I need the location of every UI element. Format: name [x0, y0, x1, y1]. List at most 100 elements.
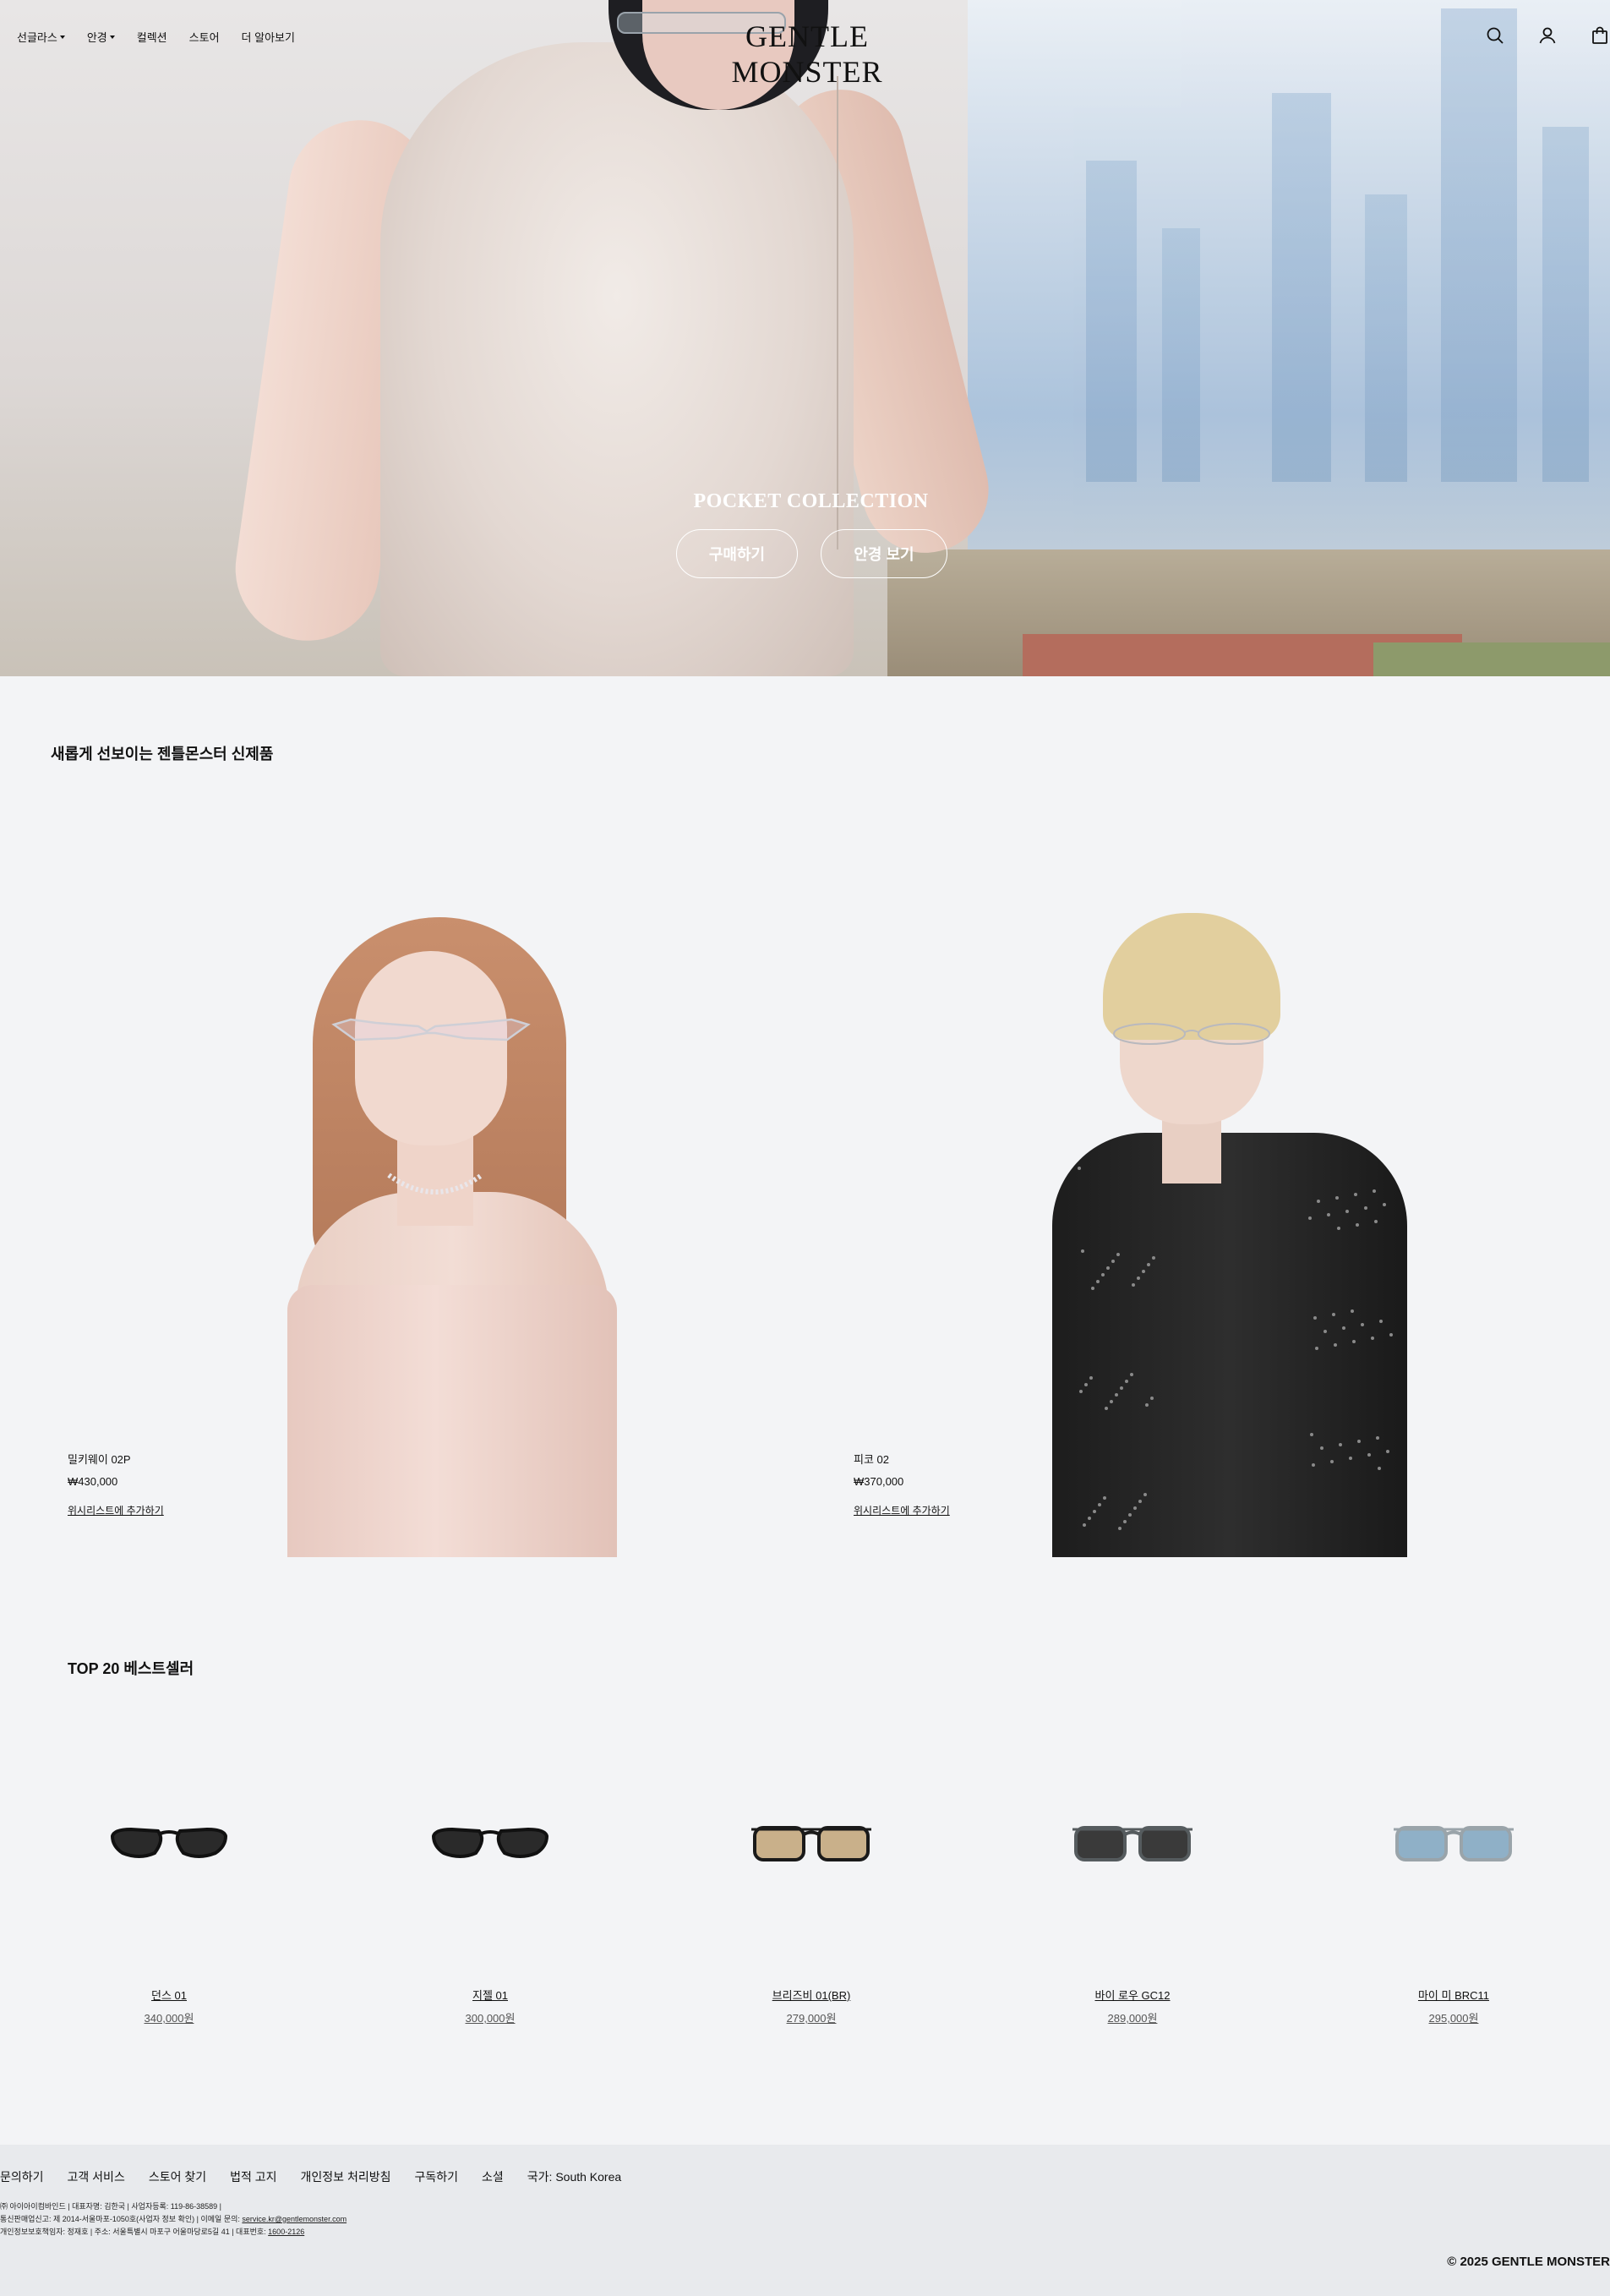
site-footer: 문의하기 고객 서비스 스토어 찾기 법적 고지 개인정보 처리방침 구독하기 … [0, 2145, 1610, 2296]
jacket-stud [1096, 1280, 1100, 1283]
jacket-stud [1091, 1287, 1094, 1290]
jacket-stud [1110, 1400, 1113, 1403]
buy-button[interactable]: 구매하기 [676, 529, 798, 578]
new-arrivals-title: 새롭게 선보이는 젠틀몬스터 신제품 [51, 746, 274, 763]
bestseller-item[interactable]: 바이 로우 GC12 289,000원 [1006, 1818, 1259, 2025]
jacket-stud [1106, 1266, 1110, 1270]
bestseller-name[interactable]: 던스 01 [42, 1987, 296, 2003]
bestseller-price: 300,000원 [465, 2012, 516, 2025]
bestseller-item[interactable]: 마이 미 BRC11 295,000원 [1327, 1818, 1580, 2025]
footer-link-customer-service[interactable]: 고객 서비스 [68, 2168, 125, 2185]
jacket-stud [1132, 1283, 1135, 1287]
jacket-stud [1130, 1373, 1133, 1376]
jacket-stud [1103, 1496, 1106, 1500]
bestseller-item[interactable]: 던스 01 340,000원 [42, 1818, 296, 2025]
footer-link-subscribe[interactable]: 구독하기 [414, 2168, 458, 2185]
brand-logo[interactable]: GENTLE MONSTER [685, 19, 930, 90]
jacket-stud [1389, 1333, 1393, 1337]
jacket-stud [1116, 1253, 1120, 1256]
product-card-pico[interactable]: 피코 02 ₩370,000 위시리스트에 추가하기 [824, 786, 1610, 1557]
jacket-stud [1137, 1276, 1140, 1280]
nav-sunglasses[interactable]: 선글라스 [17, 29, 65, 45]
jacket-stud [1334, 1343, 1337, 1347]
chevron-down-icon [59, 35, 65, 39]
jacket-stud [1310, 1433, 1313, 1436]
jacket-stud [1133, 1506, 1137, 1510]
nav-eyeglasses[interactable]: 안경 [87, 29, 115, 45]
product-price: ₩430,000 [68, 1475, 118, 1488]
jacket-stud [1378, 1467, 1381, 1470]
jacket-stud [1145, 1403, 1149, 1407]
product-card-milkyway[interactable]: 밀키웨이 02P ₩430,000 위시리스트에 추가하기 [0, 786, 786, 1557]
product-info: 피코 02 ₩370,000 위시리스트에 추가하기 [854, 1451, 950, 1517]
jacket-stud [1354, 1193, 1357, 1196]
nav-store[interactable]: 스토어 [189, 29, 220, 45]
sunglasses-image [751, 1826, 871, 1861]
bestseller-price: 279,000원 [786, 2012, 837, 2025]
email-link[interactable]: service.kr@gentlemonster.com [242, 2215, 347, 2223]
add-to-wishlist-link[interactable]: 위시리스트에 추가하기 [854, 1503, 950, 1517]
jacket-stud [1088, 1517, 1091, 1520]
jacket-stud [1312, 1463, 1315, 1467]
view-eyeglasses-button[interactable]: 안경 보기 [821, 529, 947, 578]
jacket-stud [1081, 1249, 1084, 1253]
footer-country-selector[interactable]: 국가: South Korea [527, 2168, 621, 2185]
sunglasses-image [1394, 1826, 1514, 1861]
jacket-stud [1084, 1383, 1088, 1386]
jacket-stud [1308, 1216, 1312, 1220]
product-name[interactable]: 피코 02 [854, 1451, 950, 1467]
jacket-stud [1093, 1510, 1096, 1513]
chevron-down-icon [109, 35, 115, 39]
nav-collection[interactable]: 컬렉션 [137, 29, 167, 45]
jacket-stud [1313, 1316, 1317, 1320]
jacket-stud [1386, 1450, 1389, 1453]
bestseller-name[interactable]: 브리즈비 01(BR) [685, 1987, 938, 2003]
jacket-stud [1349, 1457, 1352, 1460]
sunglasses-image [431, 1827, 549, 1858]
bestseller-price: 295,000원 [1428, 2012, 1479, 2025]
product-name[interactable]: 밀키웨이 02P [68, 1451, 164, 1467]
jacket-stud [1089, 1376, 1093, 1380]
footer-link-privacy[interactable]: 개인정보 처리방침 [301, 2168, 391, 2185]
jacket-stud [1364, 1206, 1367, 1210]
account-icon[interactable] [1537, 25, 1558, 46]
jacket-stud [1120, 1386, 1123, 1390]
sunglasses-image [1072, 1826, 1192, 1861]
bestseller-price: 340,000원 [144, 2012, 194, 2025]
jacket-stud [1101, 1273, 1105, 1276]
bestseller-name[interactable]: 지젤 01 [363, 1987, 617, 2003]
hero-banner: 선글라스 안경 컬렉션 스토어 더 알아보기 GENTLE MONSTER PO… [0, 0, 1610, 676]
company-info-line: 개인정보보호책임자: 정재호 | 주소: 서울특별시 마포구 어울마당로5길 4… [0, 2228, 305, 2236]
jacket-stud [1320, 1446, 1323, 1450]
jacket-stud [1335, 1196, 1339, 1200]
jacket-stud [1078, 1167, 1081, 1170]
jacket-stud [1115, 1393, 1118, 1397]
footer-link-social[interactable]: 소셜 [482, 2168, 504, 2185]
jacket-stud [1323, 1330, 1327, 1333]
bestseller-name[interactable]: 마이 미 BRC11 [1327, 1987, 1580, 2003]
footer-link-store-finder[interactable]: 스토어 찾기 [149, 2168, 206, 2185]
bestseller-item[interactable]: 지젤 01 300,000원 [363, 1818, 617, 2025]
footer-link-contact[interactable]: 문의하기 [0, 2168, 44, 2185]
jacket-stud [1373, 1189, 1376, 1193]
bestseller-name[interactable]: 바이 로우 GC12 [1006, 1987, 1259, 2003]
jacket-stud [1342, 1326, 1345, 1330]
phone-link[interactable]: 1600-2126 [268, 2228, 304, 2236]
search-icon[interactable] [1485, 25, 1505, 46]
bestsellers-title: TOP 20 베스트셀러 [68, 1660, 194, 1677]
footer-link-legal[interactable]: 법적 고지 [230, 2168, 276, 2185]
bag-icon[interactable] [1590, 25, 1610, 46]
jacket-stud [1111, 1260, 1115, 1263]
add-to-wishlist-link[interactable]: 위시리스트에 추가하기 [68, 1503, 164, 1517]
jacket-stud [1337, 1227, 1340, 1230]
company-info: ㈜ 아이아이컴바인드 | 대표자명: 김한국 | 사업자등록: 119-86-3… [0, 2200, 347, 2239]
hero-title: POCKET COLLECTION [693, 490, 929, 512]
bestseller-item[interactable]: 브리즈비 01(BR) 279,000원 [685, 1818, 938, 2025]
jacket-stud [1345, 1210, 1349, 1213]
jacket-stud [1118, 1527, 1122, 1530]
jacket-stud [1339, 1443, 1342, 1446]
jacket-stud [1315, 1347, 1318, 1350]
jacket-stud [1374, 1220, 1378, 1223]
jacket-stud [1105, 1407, 1108, 1410]
nav-discover[interactable]: 더 알아보기 [242, 29, 295, 45]
